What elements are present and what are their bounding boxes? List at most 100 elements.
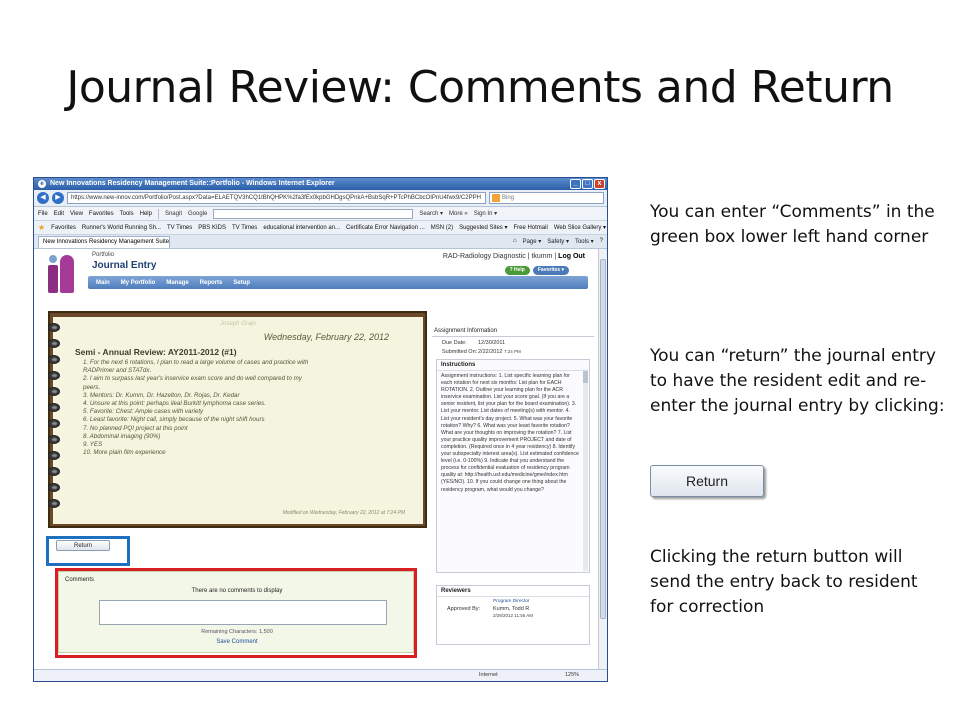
- favorite-link[interactable]: Runner's World Running Sh...: [82, 225, 161, 231]
- minimize-button[interactable]: _: [570, 179, 581, 189]
- assignment-panel: Assignment Information Due Date: 12/30/2…: [432, 326, 594, 663]
- home-icon[interactable]: ⌂: [513, 238, 517, 245]
- favorites-button[interactable]: Favorites: [51, 225, 76, 231]
- slide-title: Journal Review: Comments and Return: [66, 62, 894, 113]
- forward-arrow-icon[interactable]: ▶: [52, 192, 64, 204]
- binder-ring-icon: [48, 419, 60, 428]
- reviewers-title: Reviewers: [437, 586, 589, 597]
- bing-search-input[interactable]: Bing: [489, 192, 604, 204]
- logout-link[interactable]: Log Out: [558, 253, 585, 260]
- list-item: 7. No planned PQI project at this point: [83, 424, 188, 432]
- favorites-star-icon[interactable]: ★: [38, 223, 45, 232]
- instructions-scrollbar[interactable]: [583, 369, 588, 571]
- google-toolbar-label: Google: [187, 210, 208, 217]
- approved-row: Approved By: Kumm, Todd R: [447, 606, 530, 612]
- journal-heading: Semi - Annual Review: AY2011-2012 (#1): [75, 347, 237, 357]
- favorite-link[interactable]: TV Times: [232, 225, 257, 231]
- menu-help[interactable]: Help: [140, 211, 152, 217]
- page-title: Journal Entry: [92, 260, 157, 271]
- tools-menu[interactable]: Tools ▾: [575, 238, 594, 245]
- binder-ring-icon: [48, 403, 60, 412]
- list-item: peers.: [83, 383, 101, 391]
- app-favorites-button[interactable]: Favorites ▾: [532, 266, 569, 275]
- nav-reports[interactable]: Reports: [200, 280, 223, 286]
- nav-setup[interactable]: Setup: [233, 280, 250, 286]
- assignment-title: Assignment Information: [432, 326, 594, 337]
- menu-file[interactable]: File: [38, 211, 48, 217]
- menu-bar: File Edit View Favorites Tools Help Snag…: [34, 207, 607, 221]
- journal-modified: Modified on Wednesday, February 22, 2012…: [282, 510, 405, 516]
- binder-ring-icon: [48, 387, 60, 396]
- instructions-text: Assignment instructions: 1. List specifi…: [441, 373, 579, 493]
- list-item: 2. I aim to surpass last year's inservic…: [83, 375, 302, 383]
- google-search-button[interactable]: Search ▾: [419, 210, 443, 217]
- close-button[interactable]: x: [594, 179, 605, 189]
- list-item: 8. Abdominal imaging (90%): [83, 432, 161, 440]
- nav-my-portfolio[interactable]: My Portfolio: [121, 280, 156, 286]
- safety-menu[interactable]: Safety ▾: [547, 238, 569, 245]
- binder-ring-icon: [48, 435, 60, 444]
- section-label: Portfolio: [92, 252, 115, 258]
- list-item: 3. Mentors: Dr. Kumm, Dr. Hazelton, Dr. …: [83, 391, 240, 399]
- due-date-value: 12/30/2011: [478, 340, 506, 346]
- app-nav: Main My Portfolio Manage Reports Setup: [88, 276, 588, 289]
- nav-manage[interactable]: Manage: [166, 280, 188, 286]
- address-bar: ◀ ▶ https://www.new-innov.com/Portfolio/…: [34, 190, 607, 207]
- menu-edit[interactable]: Edit: [54, 211, 64, 217]
- list-item: 4. Unsure at this point: perhaps ileal B…: [83, 400, 266, 408]
- list-item: 5. Favorite: Chest: Ample cases with var…: [83, 408, 204, 416]
- nav-main[interactable]: Main: [96, 280, 110, 286]
- url-input[interactable]: https://www.new-innov.com/Portfolio/Post…: [67, 192, 486, 204]
- snagit-button[interactable]: Snagit: [165, 211, 182, 217]
- google-search-input[interactable]: [213, 208, 414, 219]
- favorite-link[interactable]: MSN (2): [431, 225, 453, 231]
- maximize-button[interactable]: □: [582, 179, 593, 189]
- favorite-link[interactable]: TV Times: [167, 225, 192, 231]
- return-highlight-box: [46, 536, 130, 566]
- return-button-example[interactable]: Return: [650, 465, 764, 497]
- window-title: New Innovations Residency Management Sui…: [50, 180, 335, 187]
- favorite-link[interactable]: educational intervention an...: [263, 225, 340, 231]
- sign-in-button[interactable]: Sign In ▾: [474, 210, 497, 217]
- due-date-row: Due Date: 12/30/2011: [442, 340, 506, 346]
- list-item: 1. For the next 6 rotations, I plan to r…: [83, 359, 309, 366]
- list-item: 9. YES: [83, 441, 103, 449]
- scrollbar-thumb[interactable]: [600, 259, 606, 619]
- tab-active[interactable]: New Innovations Residency Management Sui…: [38, 235, 170, 248]
- favorite-link[interactable]: Suggested Sites ▾: [459, 224, 507, 231]
- binder-ring-icon: [48, 371, 60, 380]
- favorite-link[interactable]: Free Hotmail: [513, 225, 547, 231]
- comments-highlight-box: [55, 568, 417, 658]
- menu-tools[interactable]: Tools: [120, 211, 134, 217]
- tab-bar: New Innovations Residency Management Sui…: [34, 235, 607, 249]
- favorite-link[interactable]: PBS KIDS: [198, 225, 226, 231]
- note-comments: You can enter “Comments” in the green bo…: [650, 202, 935, 247]
- approved-date: 2/28/2012 11:55 AM: [493, 613, 533, 618]
- submitted-date: 2/22/2012: [478, 349, 503, 355]
- status-bar: Internet 125%: [34, 669, 607, 681]
- favorites-bar: ★ Favorites Runner's World Running Sh...…: [34, 221, 607, 235]
- back-arrow-icon[interactable]: ◀: [37, 192, 49, 204]
- page-menu[interactable]: Page ▾: [523, 238, 542, 245]
- binder-ring-icon: [48, 451, 60, 460]
- submitted-time: 7:24 PM: [504, 349, 521, 354]
- ie-icon: e: [38, 180, 46, 188]
- new-innovations-logo-icon: [46, 251, 78, 295]
- page-scrollbar[interactable]: [598, 249, 607, 671]
- help-icon[interactable]: ?: [600, 238, 603, 245]
- favorite-link[interactable]: Web Slice Gallery ▾: [554, 224, 606, 231]
- bing-icon: [492, 194, 500, 202]
- instructions-box: Instructions Assignment instructions: 1.…: [436, 359, 590, 573]
- instructions-title: Instructions: [437, 360, 589, 371]
- list-item: RADPrimer and STATdx.: [83, 367, 152, 375]
- user-info: RAD-Radiology Diagnostic | tkumm | Log O…: [442, 253, 585, 260]
- reviewer-role: Program Director: [493, 599, 530, 604]
- binder-ring-icon: [48, 483, 60, 492]
- zoom-level[interactable]: 125%: [565, 672, 579, 678]
- menu-favorites[interactable]: Favorites: [89, 211, 114, 217]
- favorite-link[interactable]: Certificate Error Navigation ...: [346, 225, 425, 231]
- journal-entry-frame: Joseph Grajo Wednesday, February 22, 201…: [48, 311, 427, 528]
- menu-view[interactable]: View: [70, 211, 83, 217]
- more-button[interactable]: More »: [449, 211, 468, 217]
- help-button[interactable]: ? Help: [504, 266, 530, 275]
